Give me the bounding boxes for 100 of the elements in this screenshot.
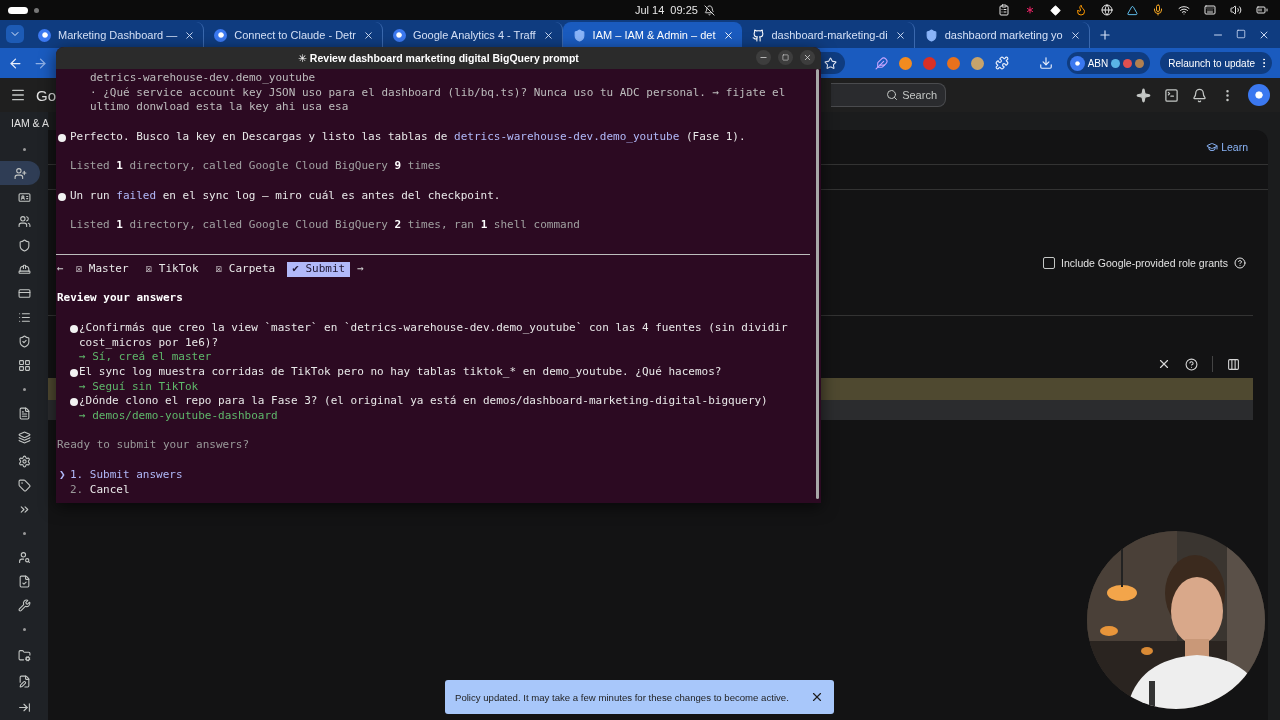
menu-icon[interactable] bbox=[10, 87, 26, 103]
separator-dot bbox=[22, 531, 26, 535]
workspace-indicator[interactable] bbox=[8, 6, 28, 14]
battery-icon[interactable] bbox=[1256, 4, 1268, 16]
keyboard-icon[interactable] bbox=[1204, 4, 1216, 16]
workspace-dot[interactable] bbox=[34, 7, 39, 13]
account-avatar[interactable] bbox=[1248, 84, 1270, 106]
graduation-cap-icon bbox=[1206, 141, 1219, 153]
asterisk-icon[interactable] bbox=[1024, 4, 1036, 16]
extension-icon[interactable] bbox=[898, 56, 912, 70]
microphone-icon[interactable] bbox=[1152, 4, 1164, 16]
prompt-text: Ready to submit your answers? bbox=[56, 438, 251, 454]
forward-icon[interactable] bbox=[33, 55, 48, 71]
tab-search-button[interactable] bbox=[6, 25, 24, 43]
feather-icon[interactable] bbox=[874, 56, 888, 70]
answer-text: → Sí, creá el master bbox=[79, 350, 213, 365]
columns-icon[interactable] bbox=[1227, 357, 1240, 371]
download-icon[interactable] bbox=[1038, 56, 1053, 70]
profile-button[interactable]: ABN bbox=[1066, 52, 1151, 74]
menu-option[interactable]: ❯ 1. Submit answers bbox=[56, 467, 807, 483]
separator-dot bbox=[22, 627, 26, 631]
close-icon[interactable] bbox=[722, 29, 734, 41]
close-icon[interactable] bbox=[542, 29, 554, 41]
close-icon[interactable] bbox=[1069, 29, 1081, 41]
expand-icon bbox=[17, 700, 31, 714]
close-button[interactable] bbox=[810, 690, 824, 704]
window-title: ✳ Review dashboard marketing digital BigQuery prompt bbox=[298, 52, 579, 64]
search-field[interactable]: Search bbox=[831, 83, 946, 107]
shield-icon bbox=[17, 238, 31, 252]
question-text: ¿Dónde clono el repo para la Fase 3? (el original ya está en demos/dashboard-marketing-digital-bigquery) bbox=[79, 394, 769, 410]
users-icon bbox=[17, 214, 31, 228]
flame-icon[interactable] bbox=[1075, 4, 1087, 16]
terminal-line: ultimo donwload esta la key ahi usa esa bbox=[89, 100, 350, 116]
tool-summary: Listed 1 directory, called Google Cloud BigQuery 9 times bbox=[69, 159, 442, 174]
separator-dot bbox=[22, 147, 26, 151]
volume-icon[interactable] bbox=[1230, 4, 1242, 16]
close-icon[interactable] bbox=[362, 29, 374, 41]
github-icon bbox=[751, 28, 765, 42]
review-heading: Review your answers bbox=[56, 291, 184, 307]
close-icon bbox=[803, 53, 812, 62]
bullet-icon bbox=[58, 192, 66, 201]
assistant-message: Perfecto. Busco la key en Descargas y listo las tablas de detrics-warehouse-dev.demo_youtube (Fase 1). bbox=[70, 129, 746, 145]
maximize-icon[interactable] bbox=[1236, 29, 1246, 39]
step-tab[interactable]: ☒ Master bbox=[70, 262, 134, 277]
product-name: Go bbox=[36, 86, 56, 104]
clock-time: 09:25 bbox=[670, 4, 698, 16]
close-icon[interactable] bbox=[1258, 29, 1270, 41]
extension-icon[interactable] bbox=[970, 56, 984, 70]
id-card-icon bbox=[17, 190, 31, 204]
menu-option[interactable]: 2. Cancel bbox=[56, 482, 807, 498]
search-icon bbox=[886, 89, 899, 101]
back-arrow[interactable]: ← bbox=[57, 262, 64, 277]
terminal-line: · ¿Qué service account key JSON uso para el dashboard (lib/bq.ts)? Nunca uso tu ADC personal. → fijate el bbox=[89, 85, 787, 101]
sparkle-icon[interactable] bbox=[1136, 87, 1151, 103]
terminal-line: detrics-warehouse-dev.demo_youtube bbox=[89, 71, 317, 86]
step-tab[interactable]: ☒ TikTok bbox=[140, 262, 204, 277]
shield-icon bbox=[572, 28, 586, 42]
user-plus-icon bbox=[13, 166, 27, 180]
globe-icon[interactable] bbox=[1101, 4, 1113, 16]
back-icon[interactable] bbox=[8, 55, 23, 71]
terminal-icon[interactable] bbox=[1164, 87, 1179, 103]
browser-tab[interactable]: IAM – IAM & Admin – det bbox=[562, 22, 742, 48]
help-icon[interactable] bbox=[1185, 357, 1198, 371]
clipboard-icon[interactable] bbox=[998, 4, 1010, 16]
bullet-icon bbox=[70, 368, 78, 377]
puzzle-icon[interactable] bbox=[994, 56, 1009, 70]
hat-icon bbox=[17, 262, 31, 276]
next-arrow[interactable]: → bbox=[357, 262, 364, 277]
step-tab[interactable]: ✔ Submit bbox=[287, 262, 351, 277]
diamond-icon[interactable] bbox=[1050, 4, 1061, 16]
shield-icon bbox=[924, 28, 938, 42]
tool-summary: Listed 1 directory, called Google Cloud BigQuery 2 times, ran 1 shell command bbox=[69, 217, 581, 233]
grid-icon bbox=[17, 358, 31, 372]
triangle-icon[interactable] bbox=[1127, 4, 1138, 16]
relaunch-button[interactable]: Relaunch to update bbox=[1160, 52, 1272, 74]
minimize-button[interactable] bbox=[756, 50, 771, 65]
user-search-icon bbox=[17, 550, 31, 564]
checkbox-label: Include Google-provided role grants bbox=[1061, 257, 1228, 269]
settings-icon bbox=[17, 454, 31, 468]
bell-icon[interactable] bbox=[1192, 87, 1207, 103]
nav-item[interactable] bbox=[0, 161, 40, 185]
question-text: ¿Confirmás que creo la view `master` en `detrics-warehouse-dev.demo_youtube` con las 4 fuentes (sin dividir cost_micros por 1e6)? bbox=[79, 320, 789, 351]
step-tab[interactable]: ☒ Carpeta bbox=[210, 262, 281, 277]
help-icon[interactable] bbox=[1234, 257, 1246, 269]
close-icon[interactable] bbox=[1157, 357, 1171, 371]
star-icon[interactable] bbox=[823, 56, 837, 70]
new-tab-icon[interactable] bbox=[1097, 28, 1112, 42]
wifi-icon[interactable] bbox=[1178, 4, 1190, 16]
logo-icon bbox=[392, 28, 406, 42]
bell-off-icon bbox=[703, 4, 715, 16]
document-icon bbox=[17, 406, 31, 420]
profile-name: ABN bbox=[1087, 57, 1109, 69]
close-button[interactable] bbox=[800, 50, 815, 65]
learn-link[interactable]: Learn bbox=[1206, 141, 1248, 153]
question-text: El sync log muestra corridas de TikTok pero no hay tablas tiktok_* en demo_youtube. ¿Qué hacemos? bbox=[79, 364, 723, 380]
checkbox[interactable] bbox=[1043, 257, 1056, 269]
close-icon[interactable] bbox=[894, 29, 906, 41]
close-icon[interactable] bbox=[184, 29, 196, 41]
answer-text: → Seguí sin TikTok bbox=[79, 379, 200, 395]
maximize-button[interactable] bbox=[778, 50, 793, 65]
